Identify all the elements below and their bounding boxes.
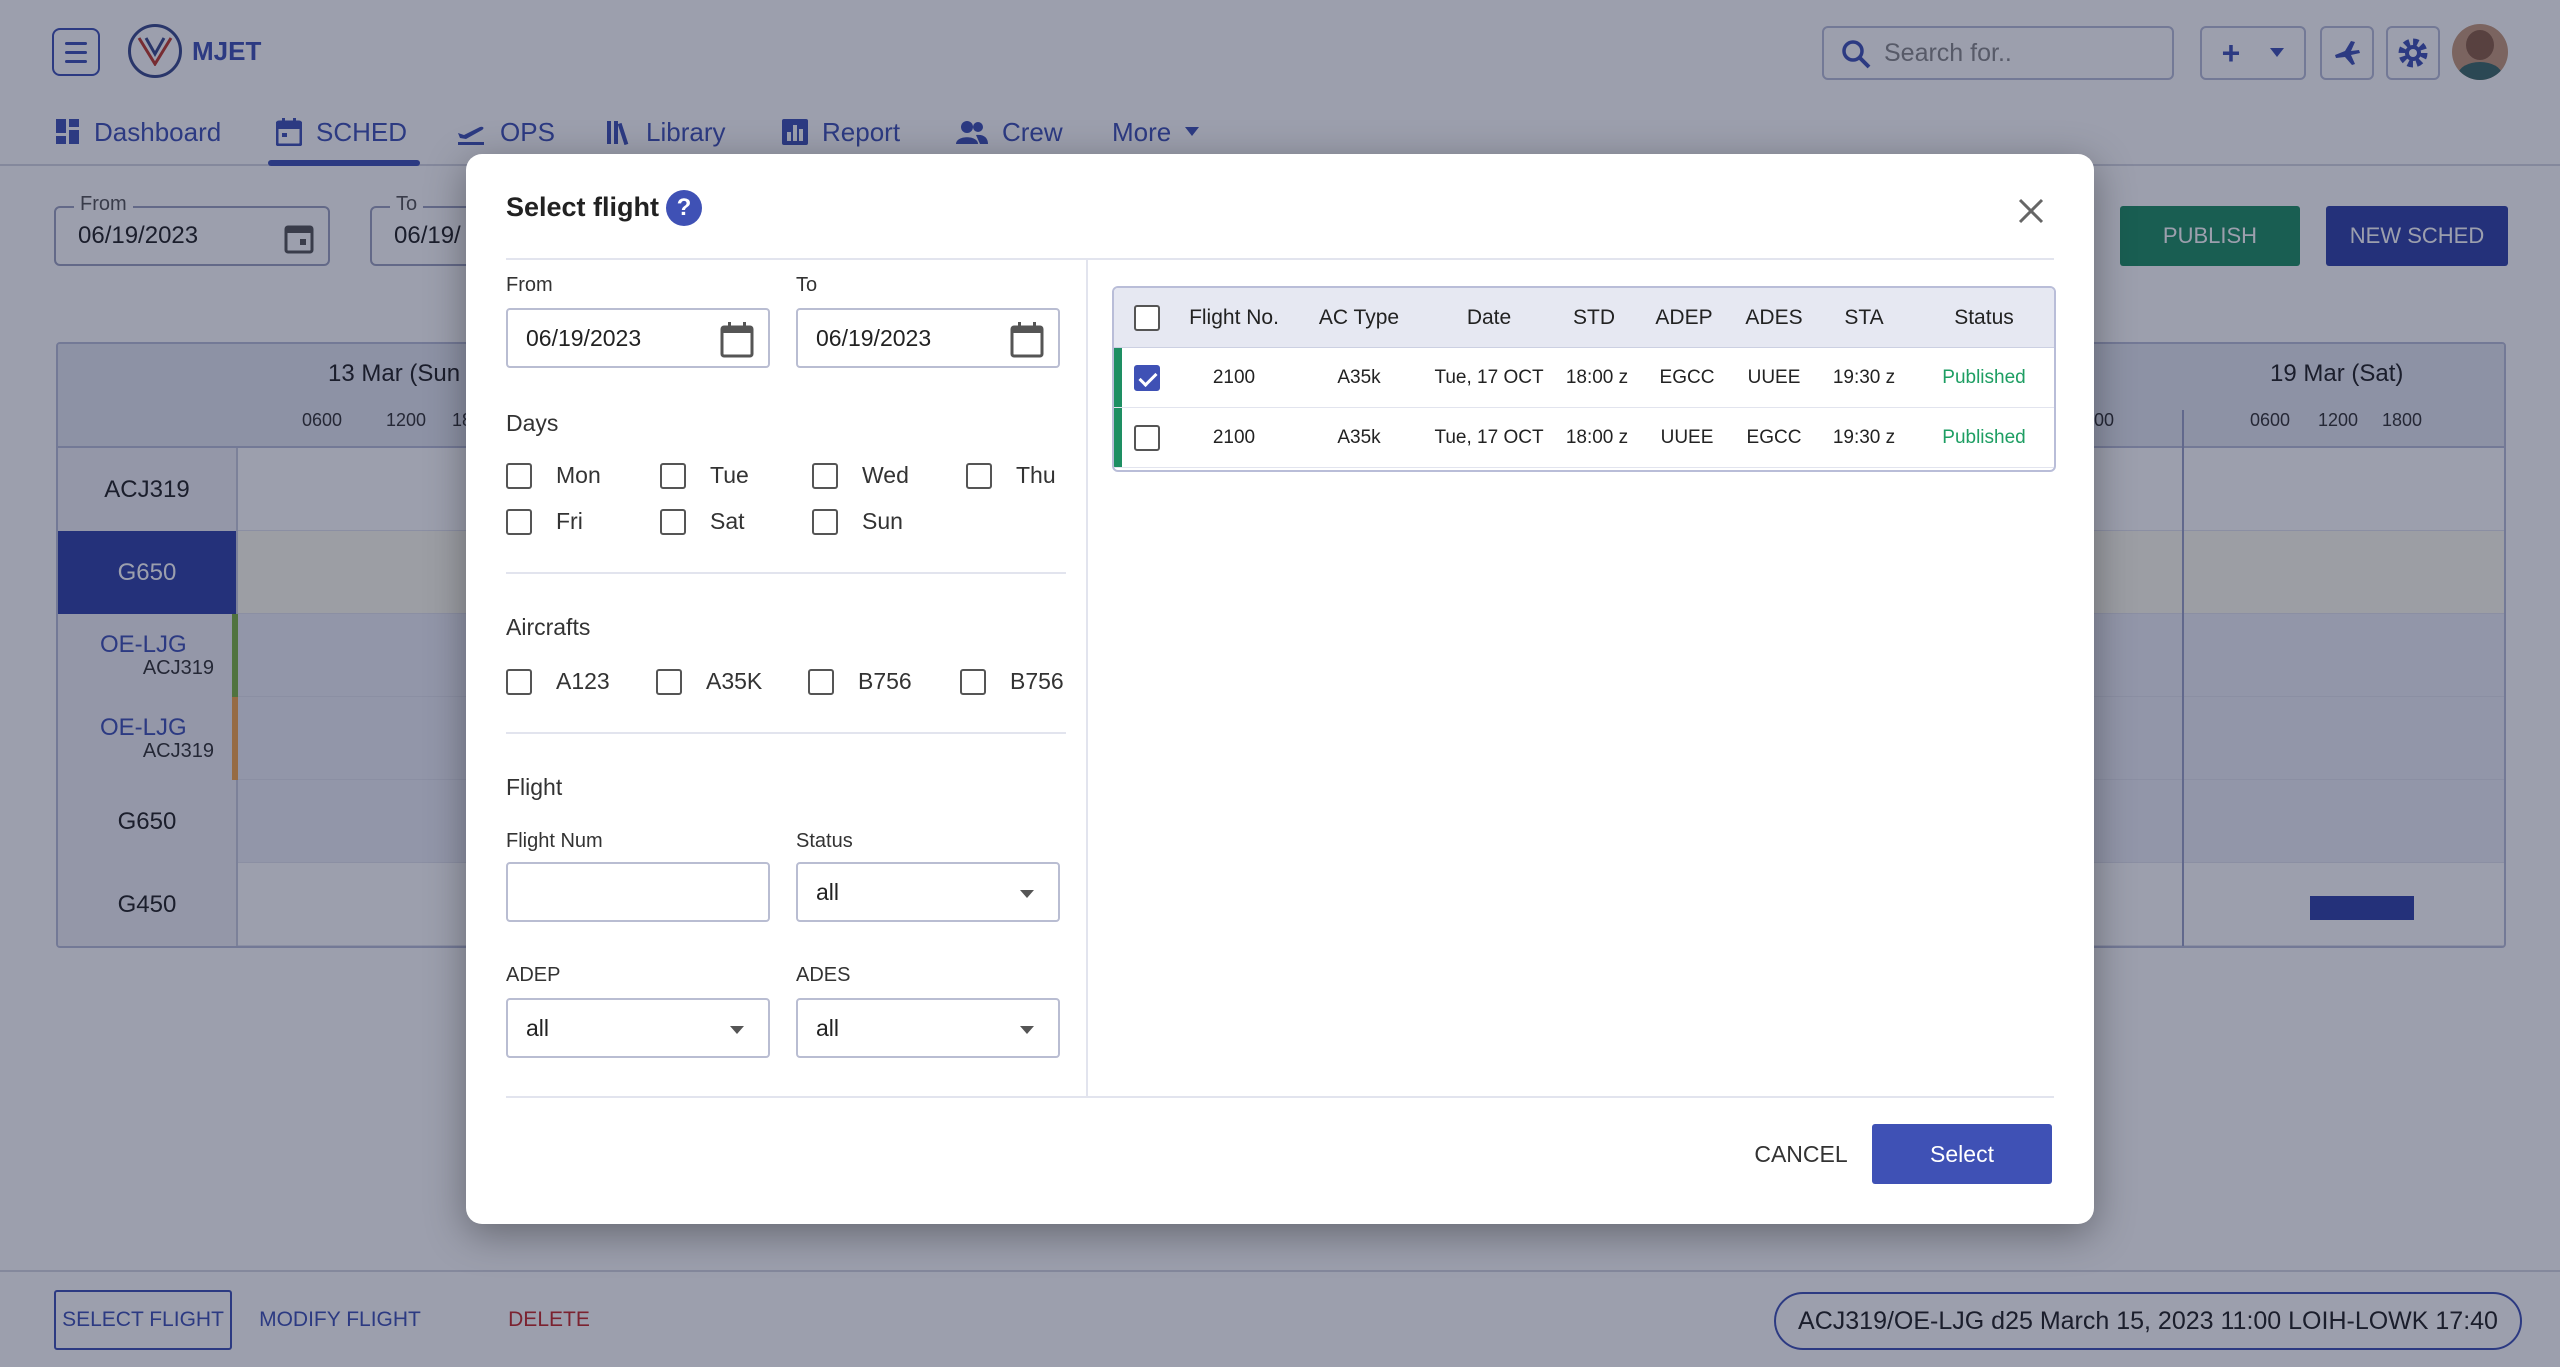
cell-flight-no: 2100 — [1212, 427, 1256, 448]
to-date-input[interactable]: 06/19/2023 — [796, 308, 1060, 368]
column-header[interactable]: STA — [1814, 288, 1914, 348]
flight-num-input[interactable] — [506, 862, 770, 922]
to-label: To — [796, 274, 818, 296]
aircraft-checkbox-b756[interactable]: B756 — [808, 668, 912, 695]
column-header[interactable]: STD — [1554, 288, 1634, 348]
dialog-title: Select flight — [506, 192, 660, 222]
select-all-checkbox[interactable] — [1124, 288, 1170, 348]
day-checkbox-sat[interactable]: Sat — [660, 508, 745, 535]
table-row[interactable]: 2100 A35k Tue, 17 OCT 18:00 z UUEE EGCC … — [1114, 408, 2054, 468]
column-header[interactable]: ADEP — [1634, 288, 1734, 348]
cell-adep: UUEE — [1660, 427, 1714, 448]
row-checkbox[interactable] — [1124, 408, 1170, 468]
caret-down-icon — [1020, 1026, 1034, 1034]
column-header[interactable]: ADES — [1734, 288, 1814, 348]
checkbox[interactable] — [966, 462, 992, 489]
checkbox[interactable] — [808, 668, 834, 695]
divider — [506, 732, 1066, 734]
calendar-icon[interactable] — [1010, 322, 1044, 358]
day-checkbox-wed[interactable]: Wed — [812, 462, 909, 489]
divider — [1086, 258, 1088, 1098]
checkbox[interactable] — [660, 508, 686, 535]
adep-label: ADEP — [506, 964, 561, 986]
checkbox[interactable] — [506, 668, 532, 695]
checkbox[interactable] — [506, 462, 532, 489]
column-header[interactable]: Date — [1424, 288, 1554, 348]
select-button[interactable]: Select — [1872, 1124, 2052, 1184]
day-checkbox-mon[interactable]: Mon — [506, 462, 601, 489]
day-checkbox-tue[interactable]: Tue — [660, 462, 749, 489]
checkbox[interactable] — [812, 508, 838, 535]
adep-select[interactable]: all — [506, 998, 770, 1058]
aircraft-checkbox-a123[interactable]: A123 — [506, 668, 610, 695]
aircrafts-label: Aircrafts — [506, 614, 591, 640]
checkbox[interactable] — [506, 508, 532, 535]
from-label: From — [506, 274, 553, 296]
cell-adep: EGCC — [1659, 367, 1715, 388]
table-row[interactable]: 2100 A35k Tue, 17 OCT 18:00 z EGCC UUEE … — [1114, 348, 2054, 408]
cell-ades: EGCC — [1746, 427, 1802, 448]
flights-table: Flight No. AC Type Date STD ADEP ADES ST… — [1112, 286, 2056, 472]
cell-date: Tue, 17 OCT — [1434, 427, 1544, 448]
column-header[interactable]: AC Type — [1294, 288, 1424, 348]
cell-date: Tue, 17 OCT — [1434, 367, 1544, 388]
ades-label: ADES — [796, 964, 851, 986]
calendar-icon[interactable] — [720, 322, 754, 358]
status-label: Status — [796, 830, 853, 852]
flight-num-label: Flight Num — [506, 830, 603, 852]
checkbox[interactable] — [656, 668, 682, 695]
cell-flight-no: 2100 — [1212, 367, 1256, 388]
caret-down-icon — [1020, 890, 1034, 898]
divider — [506, 258, 2054, 260]
day-checkbox-thu[interactable]: Thu — [966, 462, 1056, 489]
column-header[interactable]: Status — [1914, 288, 2054, 348]
checkbox[interactable] — [960, 668, 986, 695]
cell-ac-type: A35k — [1337, 427, 1381, 448]
day-checkbox-fri[interactable]: Fri — [506, 508, 583, 535]
cell-std: 18:00 z — [1565, 427, 1629, 448]
table-header: Flight No. AC Type Date STD ADEP ADES ST… — [1114, 288, 2054, 348]
divider — [506, 572, 1066, 574]
checkbox[interactable] — [660, 462, 686, 489]
ades-select[interactable]: all — [796, 998, 1060, 1058]
day-checkbox-sun[interactable]: Sun — [812, 508, 903, 535]
from-date-input[interactable]: 06/19/2023 — [506, 308, 770, 368]
divider — [506, 1096, 2054, 1098]
status-badge: Published — [1942, 367, 2026, 388]
cell-sta: 19:30 z — [1832, 367, 1896, 388]
checkbox[interactable] — [812, 462, 838, 489]
caret-down-icon — [730, 1026, 744, 1034]
close-icon[interactable] — [2014, 194, 2048, 228]
cell-sta: 19:30 z — [1832, 427, 1896, 448]
row-checkbox[interactable] — [1124, 348, 1170, 408]
cell-ac-type: A35k — [1337, 367, 1381, 388]
cell-ades: UUEE — [1747, 367, 1801, 388]
status-badge: Published — [1942, 427, 2026, 448]
days-label: Days — [506, 410, 559, 436]
cell-std: 18:00 z — [1565, 367, 1629, 388]
status-select[interactable]: all — [796, 862, 1060, 922]
column-header[interactable]: Flight No. — [1174, 288, 1294, 348]
cancel-button[interactable]: CANCEL — [1726, 1124, 1876, 1184]
flight-section-label: Flight — [506, 774, 563, 800]
aircraft-checkbox-b756-2[interactable]: B756 — [960, 668, 1064, 695]
aircraft-checkbox-a35k[interactable]: A35K — [656, 668, 762, 695]
select-flight-dialog: Select flight ? From 06/19/2023 To 06/19… — [466, 154, 2094, 1224]
help-icon[interactable]: ? — [666, 190, 702, 226]
